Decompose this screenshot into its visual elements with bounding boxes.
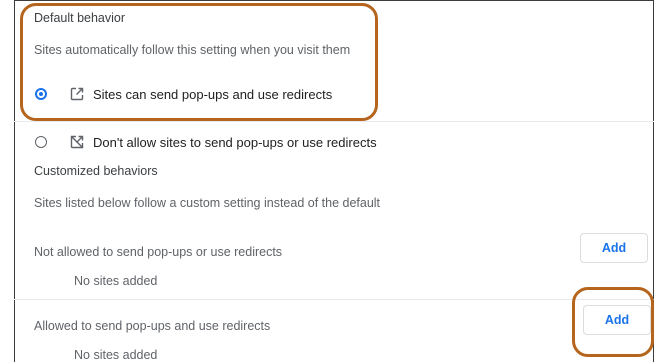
default-behavior-heading: Default behavior [34, 11, 126, 25]
not-allowed-empty-text: No sites added [74, 274, 158, 288]
customized-behaviors-heading: Customized behaviors [34, 164, 158, 178]
popup-blocked-icon [70, 135, 84, 149]
radio-label-block[interactable]: Don't allow sites to send pop-ups or use… [93, 135, 377, 151]
allowed-list-label: Allowed to send pop-ups and use redirect… [34, 319, 271, 333]
popup-open-icon [70, 87, 84, 101]
divider [14, 121, 654, 122]
allowed-empty-text: No sites added [74, 348, 158, 362]
radio-button-block[interactable] [35, 136, 47, 148]
radio-button-allow[interactable] [35, 88, 47, 100]
divider [14, 299, 654, 300]
default-behavior-description: Sites automatically follow this setting … [34, 43, 351, 57]
not-allowed-list-label: Not allowed to send pop-ups or use redir… [34, 245, 283, 259]
add-not-allowed-site-button[interactable]: Add [580, 233, 648, 263]
radio-label-allow[interactable]: Sites can send pop-ups and use redirects [93, 87, 332, 103]
customized-behaviors-description: Sites listed below follow a custom setti… [34, 196, 381, 210]
add-allowed-site-button[interactable]: Add [583, 305, 651, 335]
